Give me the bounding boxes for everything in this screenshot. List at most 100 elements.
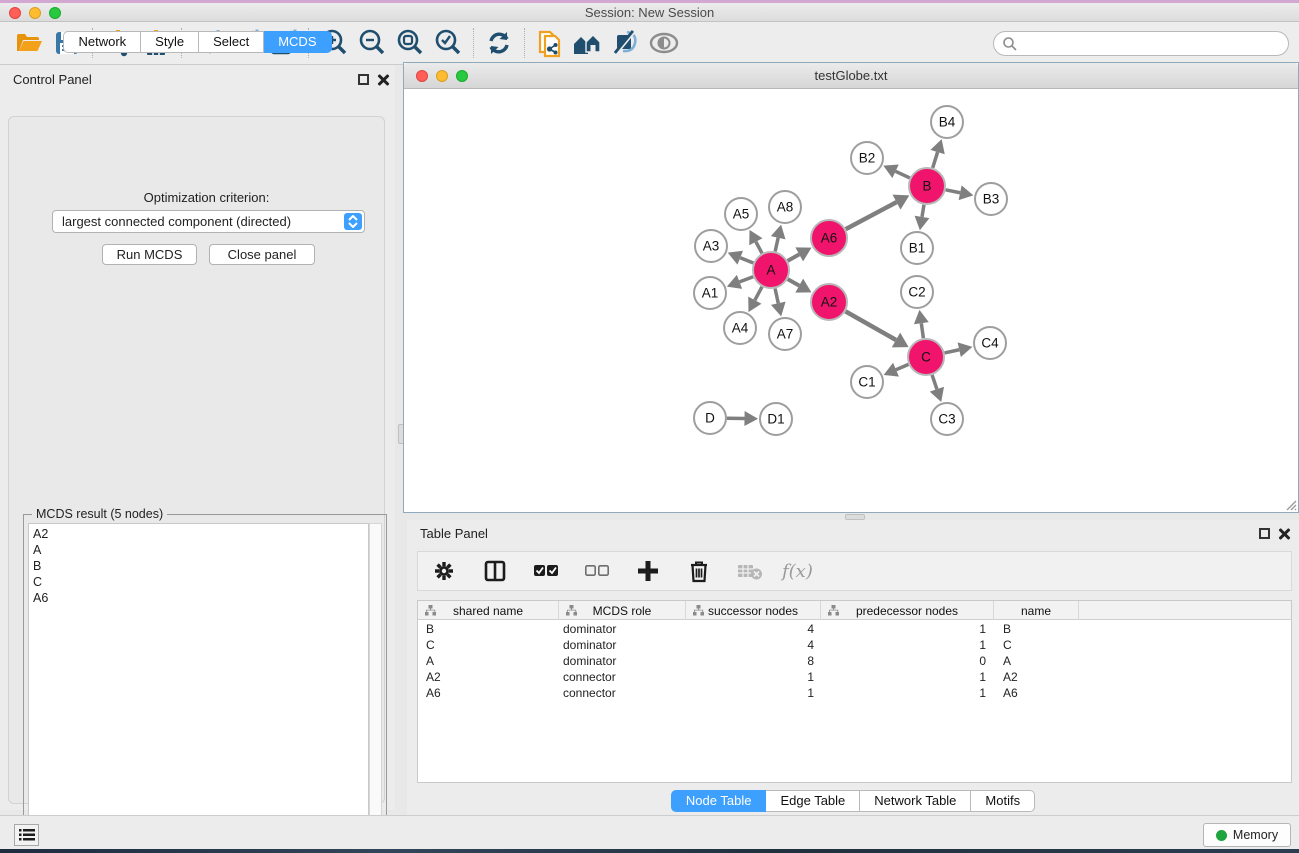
first-neighbors-icon[interactable] — [569, 26, 607, 60]
edge-C-C3[interactable] — [932, 375, 937, 389]
edge-arrowhead — [958, 342, 973, 357]
memory-button[interactable]: Memory — [1203, 823, 1291, 847]
table-cell: A6 — [418, 685, 559, 701]
table-cell: A — [994, 653, 1079, 669]
edge-A-A1[interactable] — [739, 277, 753, 282]
node-label-A3: A3 — [703, 239, 720, 254]
minimize-network-button[interactable] — [436, 70, 448, 82]
node-label-A6: A6 — [821, 231, 838, 246]
float-table-panel-icon[interactable] — [1259, 528, 1270, 539]
tab-select[interactable]: Select — [199, 31, 264, 53]
edge-A-A4[interactable] — [755, 287, 762, 300]
desktop-edge — [0, 849, 1299, 853]
tab-network-table[interactable]: Network Table — [860, 790, 971, 812]
edge-A-A8[interactable] — [775, 238, 778, 252]
zoom-fit-icon[interactable] — [391, 26, 429, 60]
table-options-icon[interactable] — [425, 554, 463, 588]
delete-table-icon[interactable] — [731, 554, 769, 588]
edge-A-A7[interactable] — [775, 289, 778, 304]
close-panel-button[interactable]: Close panel — [209, 244, 315, 265]
tab-style[interactable]: Style — [141, 31, 199, 53]
tab-mcds[interactable]: MCDS — [264, 31, 331, 53]
table-row[interactable]: A2connector11A2 — [418, 669, 1291, 685]
mcds-result-title: MCDS result (5 nodes) — [32, 507, 167, 521]
edge-A-A6[interactable] — [788, 254, 800, 260]
table-row[interactable]: Adominator80A — [418, 653, 1291, 669]
column-header-MCDS-role[interactable]: MCDS role — [559, 601, 686, 620]
table-row[interactable]: A6connector11A6 — [418, 685, 1291, 701]
mcds-result-list[interactable]: A2ABCA6 — [28, 523, 369, 843]
float-panel-icon[interactable] — [358, 74, 369, 85]
result-item[interactable]: B — [33, 558, 368, 574]
node-label-C3: C3 — [938, 412, 955, 427]
edge-C-C4[interactable] — [945, 350, 960, 353]
result-item[interactable]: A6 — [33, 590, 368, 606]
add-column-icon[interactable] — [629, 554, 667, 588]
column-header-successor-nodes[interactable]: successor nodes — [686, 601, 821, 620]
show-columns-icon[interactable] — [476, 554, 514, 588]
tab-node-table[interactable]: Node Table — [671, 790, 767, 812]
zoom-selected-icon[interactable] — [429, 26, 467, 60]
show-panels-button[interactable] — [14, 824, 39, 846]
table-cell: A2 — [418, 669, 559, 685]
network-window-title: testGlobe.txt — [404, 63, 1298, 89]
criterion-select[interactable]: largest connected component (directed) — [52, 210, 365, 233]
memory-label: Memory — [1233, 828, 1278, 842]
table-row[interactable]: Bdominator41B — [418, 621, 1291, 637]
unselect-all-columns-icon[interactable] — [578, 554, 616, 588]
run-mcds-button[interactable]: Run MCDS — [102, 244, 197, 265]
resize-grip-icon[interactable] — [1283, 497, 1297, 511]
select-all-columns-icon[interactable] — [527, 554, 565, 588]
edge-A-A5[interactable] — [756, 242, 762, 253]
network-view-window: testGlobe.txt B4B2BB3A8A5A6A3B1AC2A1A2A4… — [403, 62, 1299, 513]
result-item[interactable]: A — [33, 542, 368, 558]
close-table-panel-icon[interactable] — [1277, 527, 1290, 540]
control-panel-title: Control Panel — [13, 72, 92, 87]
window-title: Session: New Session — [0, 3, 1299, 22]
zoom-network-button[interactable] — [456, 70, 468, 82]
column-header-shared-name[interactable]: shared name — [418, 601, 559, 620]
edge-B-B1[interactable] — [922, 205, 924, 217]
edge-C-C2[interactable] — [921, 323, 923, 338]
result-item[interactable]: A2 — [33, 526, 368, 542]
table-cell: 1 — [821, 637, 994, 653]
column-header-predecessor-nodes[interactable]: predecessor nodes — [821, 601, 994, 620]
column-header-name[interactable]: name — [994, 601, 1079, 620]
control-panel-tabs: NetworkStyleSelectMCDS — [0, 31, 395, 53]
function-builder-icon[interactable]: f(x) — [782, 561, 813, 582]
edge-B-B3[interactable] — [946, 190, 961, 193]
table-cell: 1 — [821, 621, 994, 637]
refresh-icon[interactable] — [480, 26, 518, 60]
result-item[interactable]: C — [33, 574, 368, 590]
table-row[interactable]: Cdominator41C — [418, 637, 1291, 653]
edge-C-C1[interactable] — [896, 364, 909, 369]
edge-A-A2[interactable] — [788, 279, 800, 285]
edge-arrowhead — [914, 310, 929, 324]
tab-network[interactable]: Network — [63, 31, 141, 53]
network-window-titlebar[interactable]: testGlobe.txt — [404, 63, 1298, 89]
new-network-from-selection-icon[interactable] — [531, 26, 569, 60]
edge-B-B2[interactable] — [896, 171, 910, 178]
column-header-filler — [1079, 601, 1291, 620]
zoom-window-button[interactable] — [49, 7, 61, 19]
node-label-A7: A7 — [777, 327, 794, 342]
tab-edge-table[interactable]: Edge Table — [766, 790, 860, 812]
tab-motifs[interactable]: Motifs — [971, 790, 1035, 812]
table-cell: A — [418, 653, 559, 669]
close-panel-icon[interactable] — [376, 73, 389, 86]
edge-B-B4[interactable] — [933, 152, 938, 168]
minimize-window-button[interactable] — [29, 7, 41, 19]
edge-A-A3[interactable] — [740, 258, 753, 263]
network-canvas[interactable]: B4B2BB3A8A5A6A3B1AC2A1A2A4A7C4CC1DC3D1 — [404, 89, 1298, 512]
graphics-details-icon[interactable] — [645, 26, 683, 60]
table-cell: dominator — [559, 653, 686, 669]
edge-A6-B[interactable] — [846, 202, 897, 229]
delete-columns-icon[interactable] — [680, 554, 718, 588]
result-scrollbar[interactable] — [369, 523, 382, 843]
node-label-D1: D1 — [767, 412, 784, 427]
close-window-button[interactable] — [9, 7, 21, 19]
close-network-button[interactable] — [416, 70, 428, 82]
edge-A2-C[interactable] — [846, 311, 896, 340]
search-input[interactable] — [1018, 34, 1288, 54]
annotations-toggle-icon[interactable] — [607, 26, 645, 60]
